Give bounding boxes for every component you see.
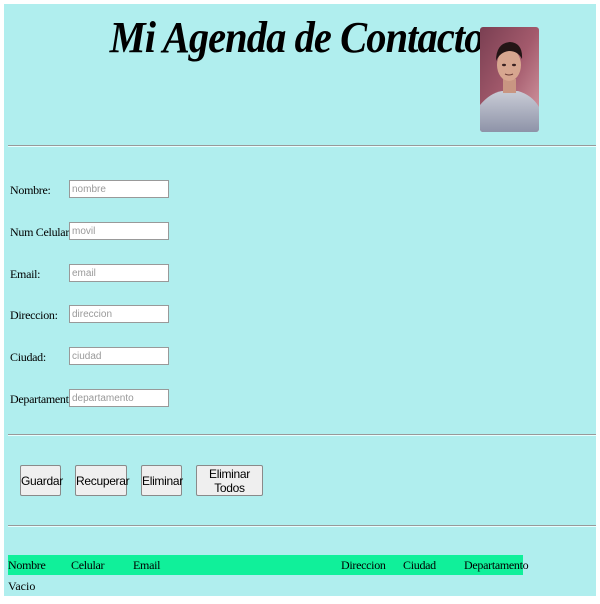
- column-header-celular: Celular: [71, 558, 105, 572]
- email-label: Email:: [10, 267, 41, 281]
- ciudad-input[interactable]: [69, 347, 169, 365]
- table-header: Nombre Celular Email Direccion Ciudad De…: [8, 555, 529, 575]
- column-header-ciudad: Ciudad: [403, 558, 436, 572]
- form-row-departamento: Departamento:: [10, 389, 210, 411]
- guardar-button[interactable]: Guardar: [20, 465, 63, 496]
- column-header-departamento: Departamento: [464, 558, 529, 572]
- column-header-direccion: Direccion: [341, 558, 386, 572]
- divider-middle: [8, 434, 596, 436]
- email-input[interactable]: [69, 264, 169, 282]
- column-header-nombre: Nombre: [8, 558, 46, 572]
- form-row-direccion: Direccion:: [10, 305, 210, 327]
- eliminar-button[interactable]: Eliminar: [141, 465, 183, 496]
- recuperar-button[interactable]: Recuperar: [75, 465, 130, 496]
- form-row-nombre: Nombre:: [10, 180, 210, 202]
- nombre-label: Nombre:: [10, 183, 51, 197]
- divider-top: [8, 145, 596, 147]
- column-header-email: Email: [133, 558, 161, 572]
- celular-label: Num Celular:: [10, 225, 73, 239]
- ciudad-label: Ciudad:: [10, 350, 46, 364]
- form-row-celular: Num Celular:: [10, 222, 210, 244]
- celular-input[interactable]: [69, 222, 169, 240]
- nombre-input[interactable]: [69, 180, 169, 198]
- direccion-input[interactable]: [69, 305, 169, 323]
- departamento-label: Departamento:: [10, 392, 78, 406]
- form-row-ciudad: Ciudad:: [10, 347, 210, 369]
- direccion-label: Direccion:: [10, 308, 58, 322]
- divider-bottom: [8, 525, 596, 527]
- departamento-input[interactable]: [69, 389, 169, 407]
- profile-photo: [480, 27, 539, 132]
- avatar: [480, 27, 539, 132]
- page: Mi Agenda de Contactos Nombre: nombre Nu…: [4, 4, 596, 596]
- form-row-email: Email:: [10, 264, 210, 286]
- eliminar-todos-button[interactable]: Eliminar Todos: [196, 465, 263, 496]
- empty-table-message: Vacio: [8, 579, 36, 593]
